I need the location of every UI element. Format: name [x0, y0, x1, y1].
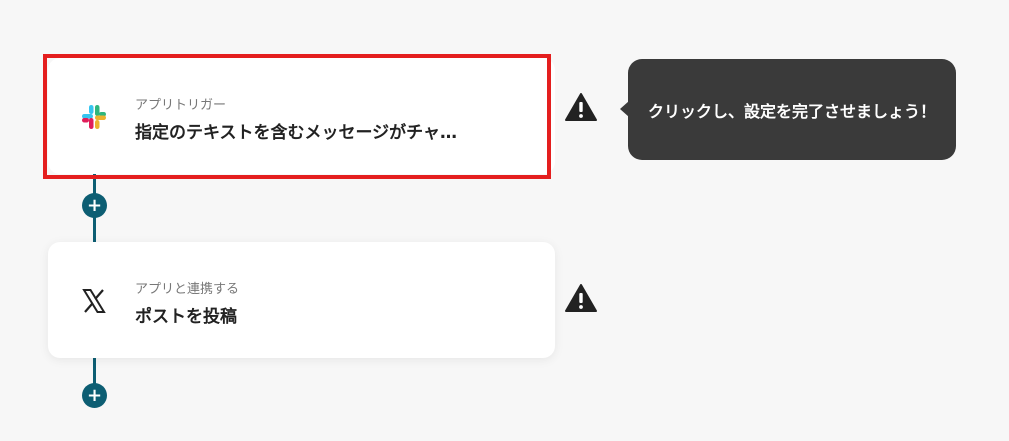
step-title: ポストを投稿 [135, 307, 237, 327]
tooltip: クリックし、設定を完了させましょう！ [620, 59, 956, 160]
tooltip-arrow [620, 101, 629, 117]
x-logo-icon [82, 289, 106, 313]
warning-icon[interactable] [564, 92, 598, 122]
slack-icon [82, 105, 106, 129]
step-title: 指定のテキストを含むメッセージがチャ… [135, 123, 457, 143]
warning-icon[interactable] [564, 283, 598, 313]
add-step-button[interactable]: + [82, 193, 107, 218]
action-step-card[interactable]: アプリと連携する ポストを投稿 [48, 242, 555, 358]
step-type-label: アプリと連携する [135, 282, 240, 297]
trigger-step-card[interactable]: アプリトリガー 指定のテキストを含むメッセージがチャ… [48, 58, 555, 174]
tooltip-text: クリックし、設定を完了させましょう！ [647, 101, 936, 121]
step-type-label: アプリトリガー [135, 98, 227, 113]
add-step-button[interactable]: + [82, 383, 107, 408]
